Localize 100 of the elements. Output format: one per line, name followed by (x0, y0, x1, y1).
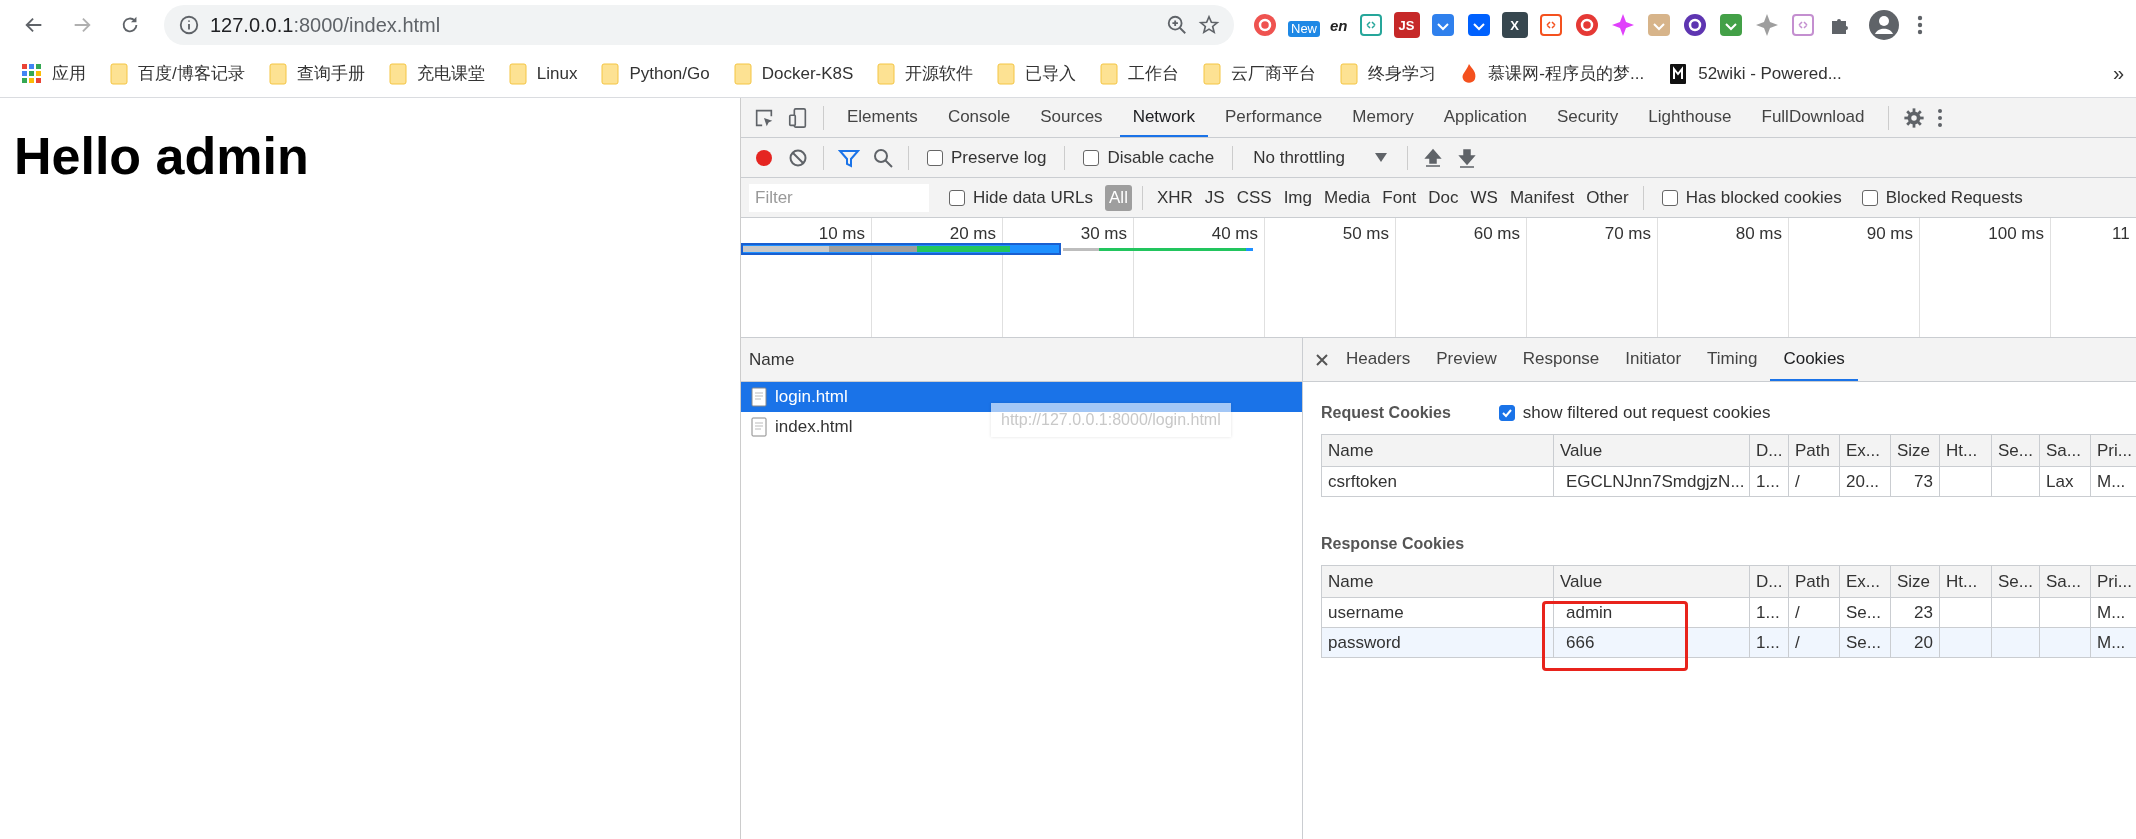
devtools-tab[interactable]: Sources (1027, 98, 1116, 137)
checkbox[interactable]: Blocked Requests (1861, 187, 2023, 208)
type-filter-button[interactable]: JS (1200, 184, 1229, 211)
column-header[interactable]: Sa... (2039, 434, 2091, 467)
devtools-tab[interactable]: Performance (1212, 98, 1336, 137)
extension-icon[interactable] (1537, 12, 1564, 38)
type-filter-button[interactable]: CSS (1232, 184, 1276, 211)
column-header[interactable]: Path (1788, 434, 1840, 467)
bookmark[interactable]: 52wiki - Powered... (1668, 62, 1842, 85)
bookmark[interactable]: 慕课网-程序员的梦... (1460, 62, 1645, 85)
filter-field[interactable]: Filter (749, 183, 929, 212)
column-header[interactable]: Ht... (1939, 434, 1992, 467)
table-cell: password (1321, 627, 1554, 658)
bookmark[interactable]: Docker-K8S (733, 62, 854, 85)
address-bar[interactable]: 127.0.0.1:8000/index.html (164, 5, 1234, 45)
type-filter-button[interactable]: Img (1279, 184, 1316, 211)
column-header[interactable]: Pri... (2090, 434, 2136, 467)
bookmark[interactable]: 工作台 (1100, 62, 1180, 85)
bookmark[interactable]: 已导入 (997, 62, 1077, 85)
bookmark[interactable]: 云厂商平台 (1203, 62, 1317, 85)
detail-tab[interactable]: Cookies (1770, 338, 1858, 381)
bookmark[interactable]: 应用 (22, 62, 86, 85)
throttling-dropdown[interactable]: No throttling (1243, 147, 1397, 168)
bookmark[interactable]: Linux (508, 62, 578, 85)
type-filter-button[interactable]: Manifest (1505, 184, 1579, 211)
column-header[interactable]: D... (1749, 565, 1789, 598)
tick-label: 11 (2112, 224, 2130, 244)
tick-label: 10 ms (818, 224, 865, 244)
type-filter-button[interactable]: XHR (1152, 184, 1197, 211)
devtools-tab[interactable]: FullDownload (1748, 98, 1878, 137)
extension-icon[interactable] (1681, 12, 1708, 38)
column-header[interactable]: Sa... (2039, 565, 2091, 598)
devtools-tab[interactable]: Lighthouse (1635, 98, 1745, 137)
column-header[interactable]: Name (1321, 434, 1554, 467)
more-bookmarks-button[interactable]: » (2112, 62, 2124, 85)
bookmark[interactable]: 终身学习 (1340, 62, 1437, 85)
devtools-tab[interactable]: Security (1543, 98, 1632, 137)
checkbox[interactable]: Disable cache (1083, 147, 1215, 168)
bookmark[interactable]: 查询手册 (268, 62, 365, 85)
table-cell: / (1788, 627, 1840, 658)
extension-icon[interactable]: X (1501, 12, 1528, 38)
column-header[interactable]: Se... (1991, 434, 2040, 467)
extension-icon[interactable] (1252, 12, 1278, 38)
extension-icon[interactable]: JS (1393, 12, 1420, 38)
tick-label: 70 ms (1604, 224, 1651, 244)
detail-tab[interactable]: Preview (1423, 338, 1510, 381)
detail-tab[interactable]: Headers (1333, 338, 1424, 381)
info-icon (178, 14, 200, 36)
devtools-tab[interactable]: Memory (1339, 98, 1427, 137)
column-header[interactable]: Se... (1991, 565, 2040, 598)
tick-label: 40 ms (1211, 224, 1258, 244)
folder-icon (733, 62, 752, 85)
type-filter-button[interactable]: Font (1378, 184, 1421, 211)
book-icon (1668, 62, 1689, 85)
tick-label: 80 ms (1735, 224, 1782, 244)
type-filter-button[interactable]: Media (1320, 184, 1375, 211)
checkbox[interactable]: Hide data URLs (949, 187, 1093, 208)
detail-tab[interactable]: Timing (1694, 338, 1771, 381)
bookmark[interactable]: Python/Go (601, 62, 710, 85)
column-header[interactable]: Path (1788, 565, 1840, 598)
folder-icon (997, 62, 1016, 85)
column-header[interactable]: Pri... (2090, 565, 2136, 598)
type-filter-button[interactable]: Other (1582, 184, 1633, 211)
type-filter-button[interactable]: WS (1466, 184, 1502, 211)
column-header[interactable]: Ht... (1939, 565, 1992, 598)
extension-icon[interactable]: en (1330, 16, 1348, 34)
column-header[interactable]: Name (1321, 565, 1554, 598)
checkbox[interactable]: Preserve log (927, 147, 1047, 168)
devtools-tab[interactable]: Elements (834, 98, 931, 137)
column-header[interactable]: Value (1553, 434, 1750, 467)
column-header[interactable]: Ex... (1839, 565, 1891, 598)
table-cell: Se... (1839, 597, 1891, 628)
table-cell: 666 (1553, 627, 1750, 658)
column-header[interactable]: Ex... (1839, 434, 1891, 467)
folder-icon (601, 62, 620, 85)
devtools-tab[interactable]: Console (934, 98, 1024, 137)
table-cell: / (1788, 597, 1840, 628)
extension-icon[interactable] (1573, 12, 1600, 38)
checkbox[interactable]: show filtered out request cookies (1498, 403, 1771, 423)
tick-label: 100 ms (1988, 224, 2044, 244)
section-title: Response Cookies (1321, 535, 1465, 553)
checkbox[interactable]: Has blocked cookies (1661, 187, 1842, 208)
bookmark[interactable]: 开源软件 (877, 62, 974, 85)
bookmark[interactable]: 百度/博客记录 (110, 62, 245, 85)
detail-tab[interactable]: Response (1509, 338, 1613, 381)
extension-icon[interactable] (1465, 12, 1492, 38)
extension-icon[interactable] (1429, 12, 1456, 38)
page-heading: Hello admin (14, 126, 310, 186)
devtools-tab[interactable]: Application (1430, 98, 1540, 137)
column-header[interactable]: Size (1890, 434, 1940, 467)
bookmark[interactable]: 充电课堂 (388, 62, 485, 85)
column-header[interactable]: D... (1749, 434, 1789, 467)
request-row[interactable]: login.html (741, 382, 1302, 412)
detail-tab[interactable]: Initiator (1612, 338, 1695, 381)
column-header[interactable]: Size (1890, 565, 1940, 598)
column-header[interactable]: Name (741, 338, 1302, 382)
table-cell: / (1788, 466, 1840, 497)
type-filter-button[interactable]: Doc (1424, 184, 1463, 211)
column-header[interactable]: Value (1553, 565, 1750, 598)
table-cell: username (1321, 597, 1554, 628)
